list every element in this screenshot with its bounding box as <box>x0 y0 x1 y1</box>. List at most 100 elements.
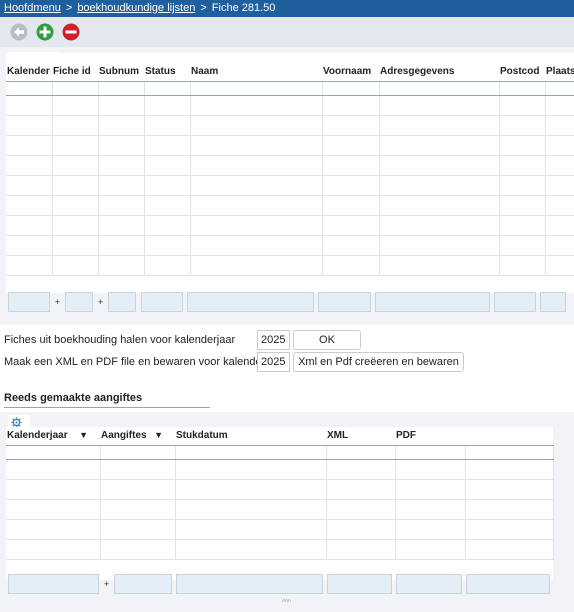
table-cell[interactable] <box>144 135 191 156</box>
table-cell[interactable] <box>52 195 99 216</box>
table-cell[interactable] <box>144 95 191 116</box>
table-cell[interactable] <box>6 195 53 216</box>
table-cell[interactable] <box>190 115 323 136</box>
ok-button[interactable]: OK <box>293 330 361 350</box>
fetch-year-input[interactable]: 2025 <box>257 330 290 350</box>
col-header-aangiftes[interactable]: Aangiftes ▼ <box>100 427 175 446</box>
table-cell[interactable] <box>175 479 327 500</box>
col-header-xml[interactable]: XML <box>326 427 395 446</box>
back-button[interactable] <box>10 23 28 41</box>
table-row[interactable] <box>6 155 574 176</box>
col-header-status[interactable]: Status <box>144 63 190 82</box>
table-cell[interactable] <box>6 479 101 500</box>
create-xml-pdf-button[interactable]: Xml en Pdf creëeren en bewaren <box>293 352 464 372</box>
table-cell[interactable] <box>499 115 546 136</box>
table-cell[interactable] <box>379 115 500 136</box>
table-cell[interactable] <box>98 215 145 236</box>
table-cell[interactable] <box>6 175 53 196</box>
table-row[interactable] <box>6 115 574 136</box>
table-cell[interactable] <box>326 479 396 500</box>
table-cell[interactable] <box>98 115 145 136</box>
table-cell[interactable] <box>379 155 500 176</box>
table-cell[interactable] <box>52 95 99 116</box>
table-cell[interactable] <box>322 195 380 216</box>
table-cell[interactable] <box>322 255 380 276</box>
table-cell[interactable] <box>6 519 101 540</box>
table-row[interactable] <box>6 539 554 560</box>
table-cell[interactable] <box>175 499 327 520</box>
table-cell[interactable] <box>100 479 176 500</box>
table-cell[interactable] <box>379 255 500 276</box>
xml-year-input[interactable]: 2025 <box>257 352 290 372</box>
col-header-plaats[interactable]: Plaats <box>545 63 574 82</box>
table-cell[interactable] <box>326 539 396 560</box>
table-cell[interactable] <box>6 459 101 480</box>
table-cell[interactable] <box>322 235 380 256</box>
table-row[interactable] <box>6 519 554 540</box>
table-cell[interactable] <box>190 215 323 236</box>
table-cell[interactable] <box>326 519 396 540</box>
table-row[interactable] <box>6 235 574 256</box>
table-cell[interactable] <box>326 459 396 480</box>
table-cell[interactable] <box>499 135 546 156</box>
table-row[interactable] <box>6 135 574 156</box>
table-cell[interactable] <box>322 215 380 236</box>
table-cell[interactable] <box>322 135 380 156</box>
sort-down-icon[interactable]: ▼ <box>154 430 163 440</box>
table-cell[interactable] <box>98 175 145 196</box>
add-button[interactable] <box>36 23 54 41</box>
breadcrumb-lists-link[interactable]: boekhoudkundige lijsten <box>77 2 195 14</box>
table-cell[interactable] <box>545 135 574 156</box>
table-cell[interactable] <box>379 135 500 156</box>
table-row[interactable] <box>6 499 554 520</box>
table-cell[interactable] <box>6 215 53 236</box>
table-cell[interactable] <box>6 539 101 560</box>
table-cell[interactable] <box>98 255 145 276</box>
table-cell[interactable] <box>6 155 53 176</box>
table-row[interactable] <box>6 195 574 216</box>
table-cell[interactable] <box>6 95 53 116</box>
table-cell[interactable] <box>144 235 191 256</box>
table-cell[interactable] <box>6 499 101 520</box>
table-row[interactable] <box>6 95 574 116</box>
table-cell[interactable] <box>6 235 53 256</box>
table-cell[interactable] <box>379 175 500 196</box>
table-cell[interactable] <box>52 215 99 236</box>
table-cell[interactable] <box>98 195 145 216</box>
table-row[interactable] <box>6 459 554 480</box>
table-cell[interactable] <box>52 175 99 196</box>
gear-icon[interactable] <box>11 416 22 428</box>
table-cell[interactable] <box>6 255 53 276</box>
table-cell[interactable] <box>499 95 546 116</box>
table-cell[interactable] <box>322 115 380 136</box>
table-cell[interactable] <box>190 135 323 156</box>
table-cell[interactable] <box>395 499 466 520</box>
table-cell[interactable] <box>100 499 176 520</box>
table-cell[interactable] <box>6 115 53 136</box>
table-cell[interactable] <box>379 95 500 116</box>
table-cell[interactable] <box>395 459 466 480</box>
table-cell[interactable] <box>6 135 53 156</box>
table-cell[interactable] <box>465 519 554 540</box>
table-cell[interactable] <box>52 255 99 276</box>
table-cell[interactable] <box>545 195 574 216</box>
col-header-voornaam[interactable]: Voornaam <box>322 63 379 82</box>
table-cell[interactable] <box>144 115 191 136</box>
table-cell[interactable] <box>545 255 574 276</box>
col-header-adresgegevens[interactable]: Adresgegevens <box>379 63 499 82</box>
table-row[interactable] <box>6 479 554 500</box>
table-cell[interactable] <box>545 155 574 176</box>
table-cell[interactable] <box>52 235 99 256</box>
col-header-postcode[interactable]: Postcod <box>499 63 545 82</box>
table-cell[interactable] <box>465 479 554 500</box>
table-cell[interactable] <box>144 155 191 176</box>
table-cell[interactable] <box>322 95 380 116</box>
table-row[interactable] <box>6 215 574 236</box>
table-cell[interactable] <box>395 539 466 560</box>
resize-handle[interactable]: ^^^ <box>282 598 291 607</box>
table-cell[interactable] <box>499 255 546 276</box>
table-cell[interactable] <box>52 155 99 176</box>
table-cell[interactable] <box>545 235 574 256</box>
col-header-naam[interactable]: Naam <box>190 63 322 82</box>
table-cell[interactable] <box>465 539 554 560</box>
